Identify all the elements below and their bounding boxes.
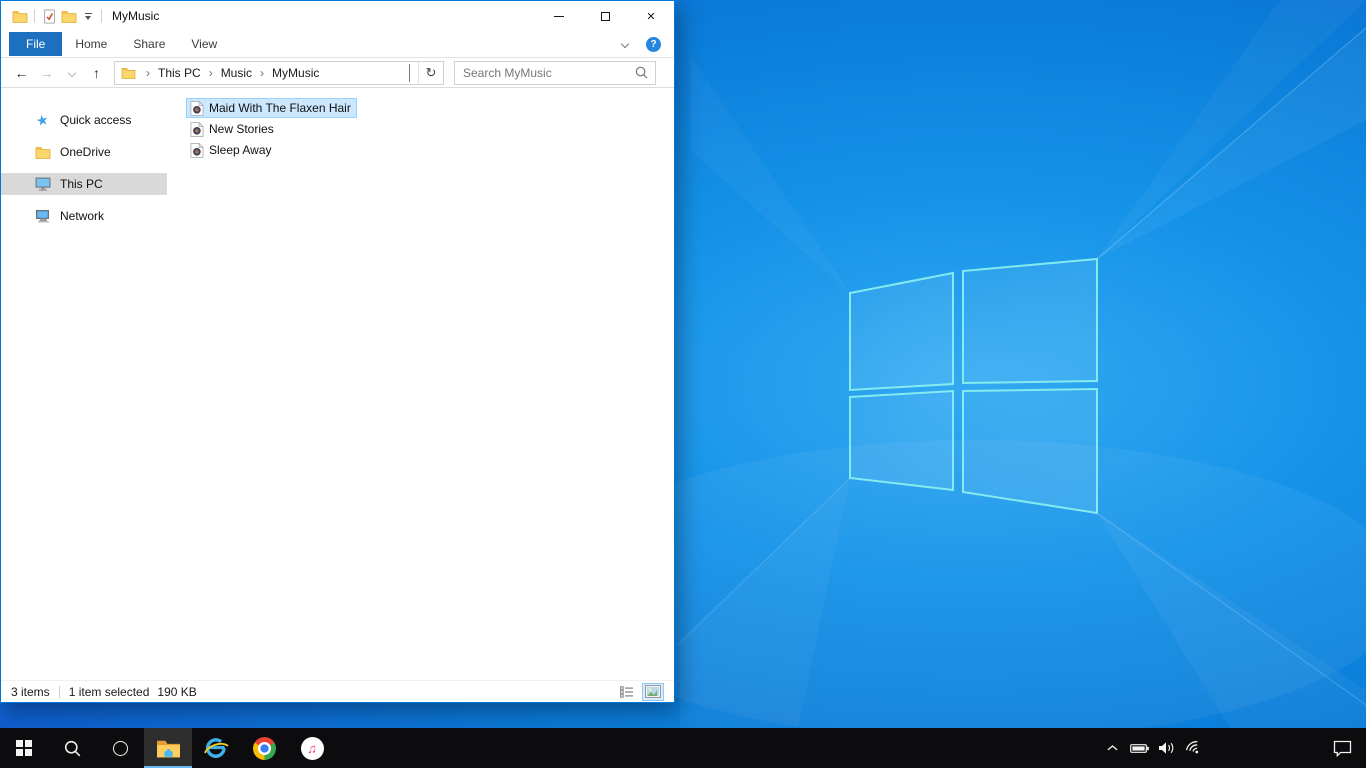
file-name: New Stories bbox=[209, 122, 274, 136]
battery-icon[interactable] bbox=[1128, 734, 1151, 762]
windows-logo-icon bbox=[16, 740, 32, 756]
sidebar-item-label: Quick access bbox=[60, 113, 132, 127]
taskbar-search-button[interactable] bbox=[48, 728, 96, 768]
cortana-button[interactable] bbox=[96, 728, 144, 768]
sidebar-item-this-pc[interactable]: This PC bbox=[1, 173, 167, 195]
sidebar-item-label: Network bbox=[60, 209, 105, 223]
selection-size: 190 KB bbox=[157, 684, 197, 699]
taskbar-chrome-button[interactable] bbox=[240, 728, 288, 768]
wifi-icon[interactable] bbox=[1182, 734, 1205, 762]
navigation-pane: ★ Quick access OneDrive This PC Network bbox=[1, 89, 167, 680]
network-pc-icon bbox=[34, 209, 51, 223]
taskbar-file-explorer-button[interactable] bbox=[144, 728, 192, 768]
itunes-icon: ♫ bbox=[300, 736, 324, 760]
new-folder-icon[interactable] bbox=[59, 6, 79, 26]
status-bar: 3 items 1 item selected 190 KB bbox=[1, 680, 674, 702]
sidebar-item-onedrive[interactable]: OneDrive bbox=[1, 141, 167, 163]
breadcrumb-separator: › bbox=[208, 65, 213, 80]
action-center-icon[interactable] bbox=[1331, 734, 1354, 762]
taskbar-itunes-button[interactable]: ♫ bbox=[288, 728, 336, 768]
maximize-button[interactable] bbox=[582, 1, 628, 31]
items-count: 3 items bbox=[11, 684, 50, 699]
audio-file-icon bbox=[190, 101, 204, 116]
breadcrumb-music[interactable]: Music bbox=[219, 66, 254, 80]
tab-home[interactable]: Home bbox=[62, 32, 120, 56]
refresh-icon[interactable]: ↻ bbox=[419, 65, 443, 81]
selection-count: 1 item selected bbox=[68, 684, 150, 699]
properties-icon[interactable] bbox=[39, 6, 59, 26]
titlebar-separator bbox=[101, 9, 102, 23]
breadcrumb-this-pc[interactable]: This PC bbox=[156, 66, 203, 80]
window-title: MyMusic bbox=[112, 9, 160, 23]
forward-button[interactable]: → bbox=[34, 61, 59, 85]
system-tray bbox=[1101, 728, 1366, 768]
titlebar[interactable]: MyMusic × bbox=[1, 1, 674, 31]
address-dropdown-icon[interactable] bbox=[401, 63, 418, 82]
file-item[interactable]: Maid With The Flaxen Hair bbox=[186, 98, 357, 118]
tray-expand-icon[interactable] bbox=[1101, 734, 1124, 762]
back-button[interactable]: ← bbox=[9, 61, 34, 85]
internet-explorer-icon bbox=[203, 736, 229, 760]
titlebar-separator bbox=[34, 9, 35, 23]
up-button[interactable]: ↑ bbox=[84, 61, 109, 85]
cortana-icon bbox=[112, 740, 128, 756]
search-icon bbox=[64, 740, 81, 757]
help-icon[interactable]: ? bbox=[646, 36, 661, 52]
close-button[interactable]: × bbox=[628, 1, 674, 31]
audio-file-icon bbox=[190, 122, 204, 137]
file-name: Sleep Away bbox=[209, 143, 272, 157]
quick-access-star-icon: ★ bbox=[34, 110, 51, 129]
search-input[interactable] bbox=[455, 65, 635, 80]
audio-file-icon bbox=[190, 143, 204, 158]
address-folder-icon bbox=[121, 67, 136, 79]
customize-quick-access-toolbar-icon[interactable] bbox=[81, 12, 95, 20]
address-bar[interactable]: › This PC › Music › MyMusic ↻ bbox=[114, 60, 444, 85]
tab-share[interactable]: Share bbox=[120, 32, 178, 56]
recent-locations-icon[interactable] bbox=[59, 61, 84, 85]
breadcrumb-separator: › bbox=[146, 65, 150, 80]
thumbnail-view-button[interactable] bbox=[642, 682, 664, 701]
status-divider bbox=[58, 685, 60, 698]
start-button[interactable] bbox=[0, 728, 48, 768]
file-list[interactable]: Maid With The Flaxen Hair New Stories Sl… bbox=[167, 89, 674, 680]
file-item[interactable]: Sleep Away bbox=[186, 140, 278, 160]
sidebar-item-quick-access[interactable]: ★ Quick access bbox=[1, 109, 167, 131]
tab-view[interactable]: View bbox=[178, 32, 230, 56]
breadcrumb-mymusic[interactable]: MyMusic bbox=[270, 66, 321, 80]
ribbon-tabs: File Home Share View ? bbox=[1, 31, 674, 58]
search-icon[interactable] bbox=[635, 66, 648, 79]
onedrive-folder-icon bbox=[34, 146, 51, 159]
taskbar: ♫ bbox=[0, 728, 1366, 768]
file-explorer-icon bbox=[156, 738, 181, 759]
this-pc-monitor-icon bbox=[34, 177, 51, 191]
tab-file[interactable]: File bbox=[9, 32, 63, 56]
chrome-icon bbox=[252, 736, 276, 760]
file-item[interactable]: New Stories bbox=[186, 119, 280, 139]
sidebar-item-network[interactable]: Network bbox=[1, 205, 167, 227]
minimize-button[interactable] bbox=[536, 1, 582, 31]
file-name: Maid With The Flaxen Hair bbox=[209, 101, 351, 115]
file-explorer-window: MyMusic × File Home Share View ? ← → ↑ ›… bbox=[0, 0, 675, 703]
address-toolbar: ← → ↑ › This PC › Music › MyMusic ↻ bbox=[1, 58, 674, 88]
taskbar-internet-explorer-button[interactable] bbox=[192, 728, 240, 768]
sidebar-item-label: This PC bbox=[60, 177, 103, 191]
close-icon: × bbox=[646, 7, 656, 25]
minimize-icon bbox=[554, 15, 564, 17]
sidebar-item-label: OneDrive bbox=[60, 145, 111, 159]
expand-ribbon-icon[interactable] bbox=[620, 39, 630, 49]
search-box[interactable] bbox=[454, 60, 656, 85]
breadcrumb-separator: › bbox=[260, 65, 265, 80]
details-view-button[interactable] bbox=[616, 683, 638, 701]
window-folder-icon bbox=[10, 6, 30, 26]
maximize-icon bbox=[600, 11, 610, 21]
volume-icon[interactable] bbox=[1155, 734, 1178, 762]
